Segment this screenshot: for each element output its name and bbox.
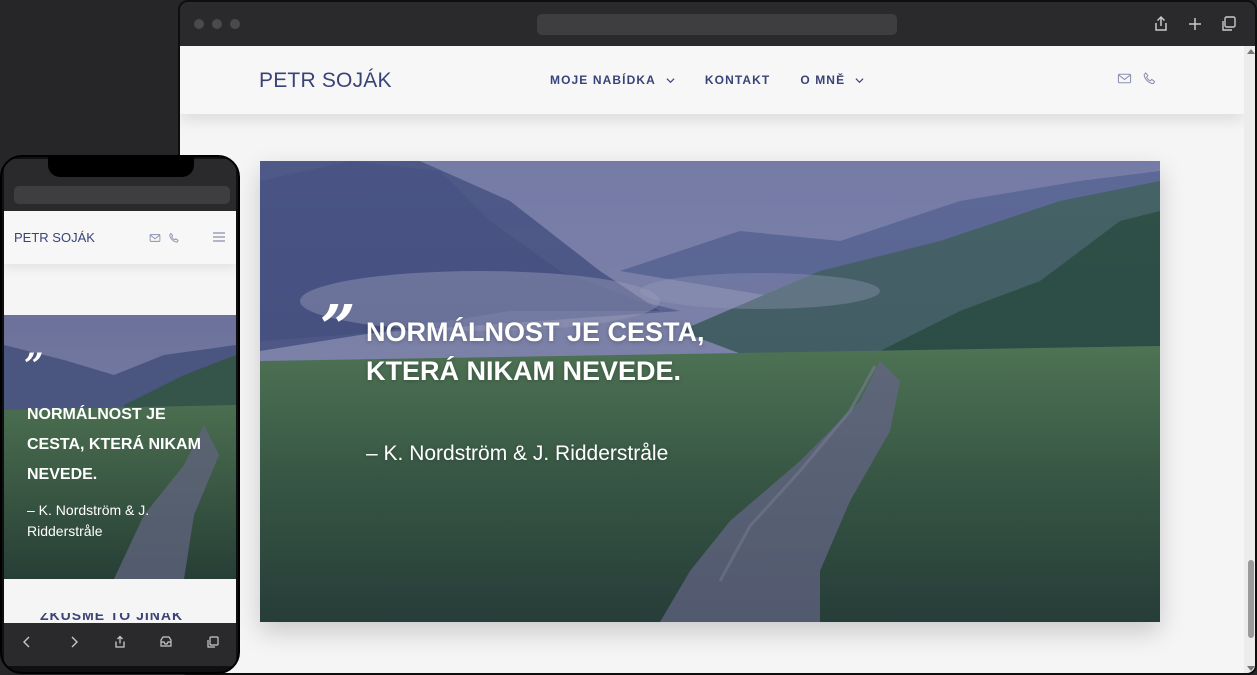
- page-viewport: PETR SOJÁK MOJE NABÍDKA KONTAKT O MNĚ ” …: [180, 46, 1244, 673]
- mobile-hero-quote: NORMÁLNOST JE CESTA, KTERÁ NIKAM NEVEDE.: [27, 406, 201, 483]
- tabs-icon[interactable]: [1219, 14, 1239, 34]
- hero-quote-banner: ” NORMÁLNOST JE CESTA, KTERÁ NIKAM NEVED…: [260, 161, 1160, 622]
- browser-window: PETR SOJÁK MOJE NABÍDKA KONTAKT O MNĚ ” …: [178, 0, 1257, 675]
- mobile-hero-quote-author: – K. Nordström & J. Ridderstråle: [27, 502, 150, 539]
- scroll-down-arrow[interactable]: [1247, 666, 1255, 671]
- browser-toolbar: [180, 2, 1255, 46]
- nav-item-kontakt[interactable]: KONTAKT: [705, 73, 770, 87]
- nav-item-o-mne[interactable]: O MNĚ: [800, 73, 864, 87]
- share-icon[interactable]: [1151, 14, 1171, 34]
- address-bar[interactable]: [537, 14, 897, 35]
- mobile-logo[interactable]: PETR SOJÁK: [14, 230, 95, 245]
- maximize-window-button[interactable]: [230, 19, 240, 29]
- chevron-down-icon: [666, 77, 675, 83]
- contact-icons: [1117, 71, 1157, 91]
- scroll-thumb[interactable]: [1248, 560, 1254, 638]
- tabs-overview-icon[interactable]: [159, 635, 173, 654]
- hero-quote-author: – K. Nordström & J. Ridderstråle: [366, 442, 669, 465]
- nav-item-moje-nabidka[interactable]: MOJE NABÍDKA: [550, 73, 675, 87]
- mail-icon[interactable]: [149, 231, 161, 249]
- share-icon[interactable]: [113, 635, 127, 654]
- mobile-hero-quote-banner: ” NORMÁLNOST JE CESTA, KTERÁ NIKAM NEVED…: [4, 315, 236, 579]
- nav-label: KONTAKT: [704, 73, 771, 87]
- phone-notch: [48, 157, 194, 177]
- phone-browser-toolbar: [4, 623, 236, 666]
- phone-viewport: PETR SOJÁK ” NORMÁLNOST JE CESTA, KTERÁ …: [4, 211, 236, 623]
- chevron-down-icon: [855, 77, 864, 83]
- mobile-header: PETR SOJÁK: [4, 211, 236, 264]
- mobile-contact-icons: [149, 231, 180, 249]
- next-section-heading: ZKUSME TO JINAK: [40, 607, 184, 623]
- mail-icon[interactable]: [1117, 71, 1132, 91]
- nav-label: O MNĚ: [800, 73, 846, 87]
- scroll-up-arrow[interactable]: [1247, 49, 1255, 54]
- phone-icon[interactable]: [168, 231, 180, 249]
- site-header: PETR SOJÁK MOJE NABÍDKA KONTAKT O MNĚ: [180, 46, 1244, 114]
- close-window-button[interactable]: [194, 19, 204, 29]
- scrollbar[interactable]: [1244, 46, 1255, 673]
- phone-address-bar[interactable]: [14, 186, 230, 204]
- forward-icon[interactable]: [67, 635, 81, 654]
- site-logo[interactable]: PETR SOJÁK: [259, 69, 392, 93]
- nav-label: MOJE NABÍDKA: [550, 73, 656, 87]
- hamburger-menu-icon[interactable]: [213, 231, 225, 243]
- minimize-window-button[interactable]: [212, 19, 222, 29]
- mountain-meadow-image: [260, 161, 1160, 622]
- quote-mark-icon: ”: [24, 346, 44, 386]
- quote-mark-icon: ”: [320, 291, 356, 364]
- phone-frame: PETR SOJÁK ” NORMÁLNOST JE CESTA, KTERÁ …: [0, 155, 240, 674]
- phone-icon[interactable]: [1142, 71, 1157, 91]
- tabs-icon[interactable]: [206, 635, 220, 654]
- hero-quote: NORMÁLNOST JE CESTA, KTERÁ NIKAM NEVEDE.: [366, 317, 705, 386]
- main-nav: MOJE NABÍDKA KONTAKT O MNĚ: [550, 73, 894, 87]
- back-icon[interactable]: [20, 635, 34, 654]
- new-tab-icon[interactable]: [1185, 14, 1205, 34]
